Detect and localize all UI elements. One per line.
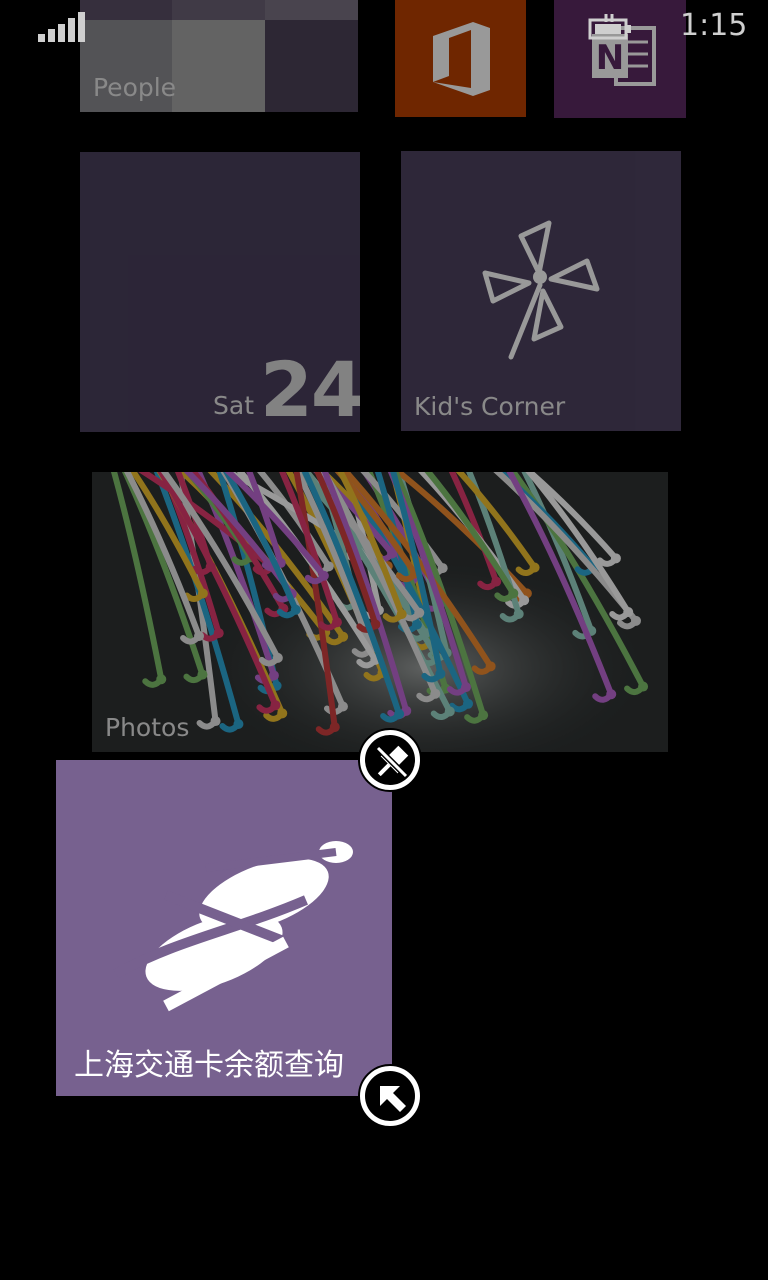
photo-hook-tip: [396, 609, 407, 620]
photo-hook-tip: [638, 681, 649, 692]
people-label: People: [93, 73, 177, 102]
photo-hook-tip: [508, 588, 519, 599]
photo-hook-tip: [337, 701, 348, 712]
unpin-button[interactable]: [358, 728, 422, 792]
calendar-date: 24: [260, 345, 360, 432]
photo-hook-tip: [318, 570, 329, 581]
signal-strength-icon: [38, 12, 86, 42]
transit-card-tile[interactable]: 上海交通卡余额查询: [56, 760, 392, 1096]
photo-hook-tip: [194, 631, 205, 642]
svg-text:N: N: [596, 38, 624, 78]
photos-image: [92, 472, 668, 752]
photo-hook-tip: [277, 708, 288, 719]
photo-hook-tip: [268, 670, 279, 681]
battery-charging-icon: [588, 14, 631, 40]
transit-card-label: 上海交通卡余额查询: [74, 1048, 344, 1083]
pinwheel-icon: [482, 220, 600, 360]
calendar-tile[interactable]: Sat 24: [80, 152, 360, 432]
photo-hook-tip: [329, 722, 340, 733]
photo-hook-tip: [338, 631, 349, 642]
photo-hook-tip: [233, 719, 244, 730]
photo-hook-tip: [485, 661, 496, 672]
kids-corner-tile[interactable]: Kid's Corner: [401, 151, 681, 431]
photo-hook-tip: [529, 562, 540, 573]
photo-hook-tip: [430, 688, 441, 699]
photo-hook-tip: [272, 652, 283, 663]
status-time: 1:15: [680, 8, 748, 43]
photo-hook-tip: [411, 619, 422, 630]
photo-hook-tip: [444, 706, 455, 717]
kids-corner-label: Kid's Corner: [414, 392, 566, 421]
photo-hook-tip: [623, 607, 634, 618]
photo-hook-tip: [478, 710, 489, 721]
calendar-day: Sat: [213, 391, 254, 420]
photo-hook-tip: [519, 595, 530, 606]
photos-tile[interactable]: Photos: [92, 472, 668, 752]
photo-hook-tip: [197, 669, 208, 680]
photo-hook-tip: [197, 588, 208, 599]
photo-hook-tip: [460, 682, 471, 693]
photo-hook-tip: [210, 716, 221, 727]
office-icon: [433, 22, 490, 96]
photo-hook-tip: [156, 674, 167, 685]
photo-hook-tip: [331, 617, 342, 628]
photo-hook-tip: [630, 615, 641, 626]
photo-hook-tip: [270, 700, 281, 711]
photo-hook-tip: [414, 607, 425, 618]
photo-hook-tip: [394, 709, 405, 720]
photo-hook-tip: [323, 561, 334, 572]
people-tile[interactable]: People: [80, 0, 358, 112]
resize-button[interactable]: [358, 1064, 422, 1128]
photo-hook-tip: [213, 628, 224, 639]
photo-hook-tip: [463, 698, 474, 709]
photo-hook-tip: [606, 689, 617, 700]
photo-hook-tip: [513, 608, 524, 619]
photos-label: Photos: [105, 713, 190, 742]
office-tile[interactable]: [395, 0, 526, 117]
resize-arrow-icon: [380, 1086, 406, 1112]
unpin-icon: [375, 745, 409, 779]
photo-hook-tip: [610, 553, 621, 564]
photo-hook-tip: [435, 668, 446, 679]
photo-hook-tip: [290, 604, 301, 615]
photo-hook-tip: [491, 576, 502, 587]
start-screen: People N Sat 24 Kid's Corner Photos 上海交通…: [0, 0, 768, 1280]
photo-hook-tip: [437, 563, 448, 574]
